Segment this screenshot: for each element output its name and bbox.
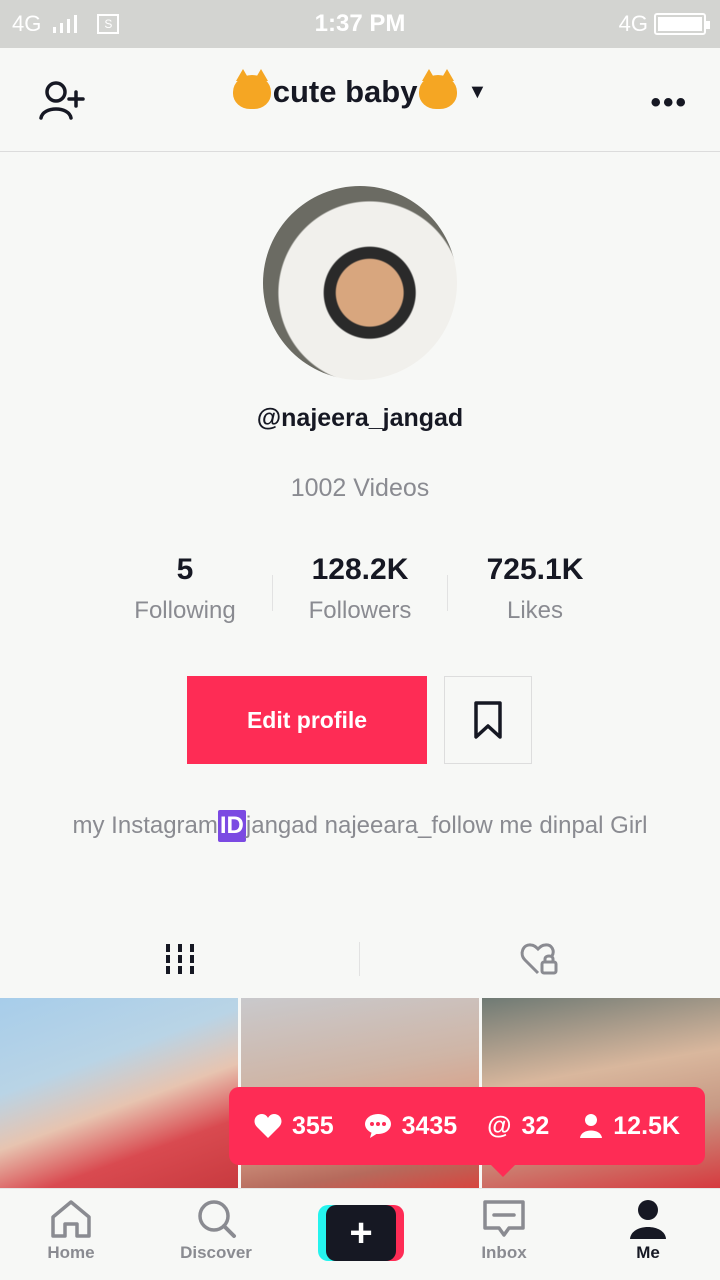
favorites-button[interactable] [444, 676, 532, 764]
stat-label: Following [134, 597, 236, 624]
status-right: 4G [618, 11, 710, 37]
nav-label: Inbox [481, 1243, 527, 1262]
mention-icon: @ [487, 1111, 512, 1140]
edit-profile-button[interactable]: Edit profile [187, 676, 427, 764]
notif-likes: 355 [254, 1112, 334, 1141]
heart-icon [254, 1114, 282, 1138]
bottom-nav: Home Discover + Inbox Me [0, 1188, 720, 1280]
battery-icon [654, 13, 710, 35]
cat-heart-eyes-icon [232, 69, 271, 109]
stat-label: Likes [506, 597, 564, 624]
stat-divider [447, 575, 448, 611]
profile-stats: 5 Following 128.2K Followers 725.1K Like… [0, 553, 720, 633]
status-bar: 4G S 1:37 PM 4G [0, 0, 720, 48]
cat-kiss-icon [419, 69, 458, 109]
avatar[interactable] [263, 186, 457, 380]
stat-value: 5 [176, 553, 194, 586]
stat-following[interactable]: 5 Following [100, 553, 270, 625]
bio-suffix: jangad najeeara_follow me dinpal Girl [245, 812, 648, 839]
nav-discover[interactable]: Discover [161, 1199, 271, 1263]
nav-inbox[interactable]: Inbox [449, 1199, 559, 1263]
network-indicator-right: 4G [618, 11, 648, 36]
profile-tabs [0, 920, 720, 998]
likes-count: 355 [291, 1111, 334, 1140]
comments-count: 3435 [401, 1111, 458, 1140]
profile-header: cute baby ▼ ••• [0, 48, 720, 152]
notif-mentions: @ 32 [487, 1112, 549, 1141]
home-icon [51, 1200, 91, 1238]
nav-me[interactable]: Me [593, 1199, 703, 1263]
activity-notification[interactable]: 355 3435 @ 32 12.5K [229, 1087, 705, 1177]
tab-videos[interactable] [0, 920, 360, 998]
notif-followers: 12.5K [579, 1112, 680, 1141]
create-video-button[interactable]: + [318, 1205, 404, 1261]
bio-prefix: my Instagram [72, 812, 218, 839]
page-title: cute baby [272, 74, 418, 109]
profile-icon [630, 1200, 666, 1239]
comment-icon [364, 1114, 391, 1138]
stat-divider [272, 575, 273, 611]
stat-followers[interactable]: 128.2K Followers [275, 553, 445, 625]
videos-grid-icon [166, 944, 194, 974]
username: @najeera_jangad [256, 404, 464, 432]
nav-label: Discover [180, 1243, 252, 1262]
status-time: 1:37 PM [314, 10, 406, 37]
followers-count: 12.5K [613, 1111, 680, 1140]
tab-liked[interactable] [360, 920, 720, 998]
nav-home[interactable]: Home [16, 1199, 126, 1263]
profile-bio: my InstagramIDjangad najeeara_follow me … [40, 810, 680, 842]
mentions-count: 32 [521, 1111, 550, 1140]
id-badge: ID [217, 810, 246, 842]
chevron-down-icon: ▼ [467, 80, 488, 103]
nav-label: Me [636, 1243, 660, 1262]
video-thumbnail[interactable] [0, 998, 238, 1188]
more-icon[interactable]: ••• [650, 86, 688, 120]
inbox-icon [483, 1200, 525, 1237]
stat-label: Followers [308, 597, 412, 624]
search-icon [198, 1200, 236, 1238]
liked-locked-icon [520, 943, 558, 975]
account-switcher[interactable]: cute baby ▼ [0, 69, 720, 110]
notif-comments: 3435 [364, 1111, 458, 1141]
bookmark-icon [474, 701, 502, 739]
videos-count: 1002 Videos [290, 474, 430, 502]
nav-label: Home [47, 1243, 95, 1262]
plus-icon: + [326, 1205, 396, 1261]
stat-value: 128.2K [311, 553, 409, 586]
stat-likes[interactable]: 725.1K Likes [450, 553, 620, 625]
stat-value: 725.1K [486, 553, 584, 586]
person-icon [580, 1114, 603, 1138]
